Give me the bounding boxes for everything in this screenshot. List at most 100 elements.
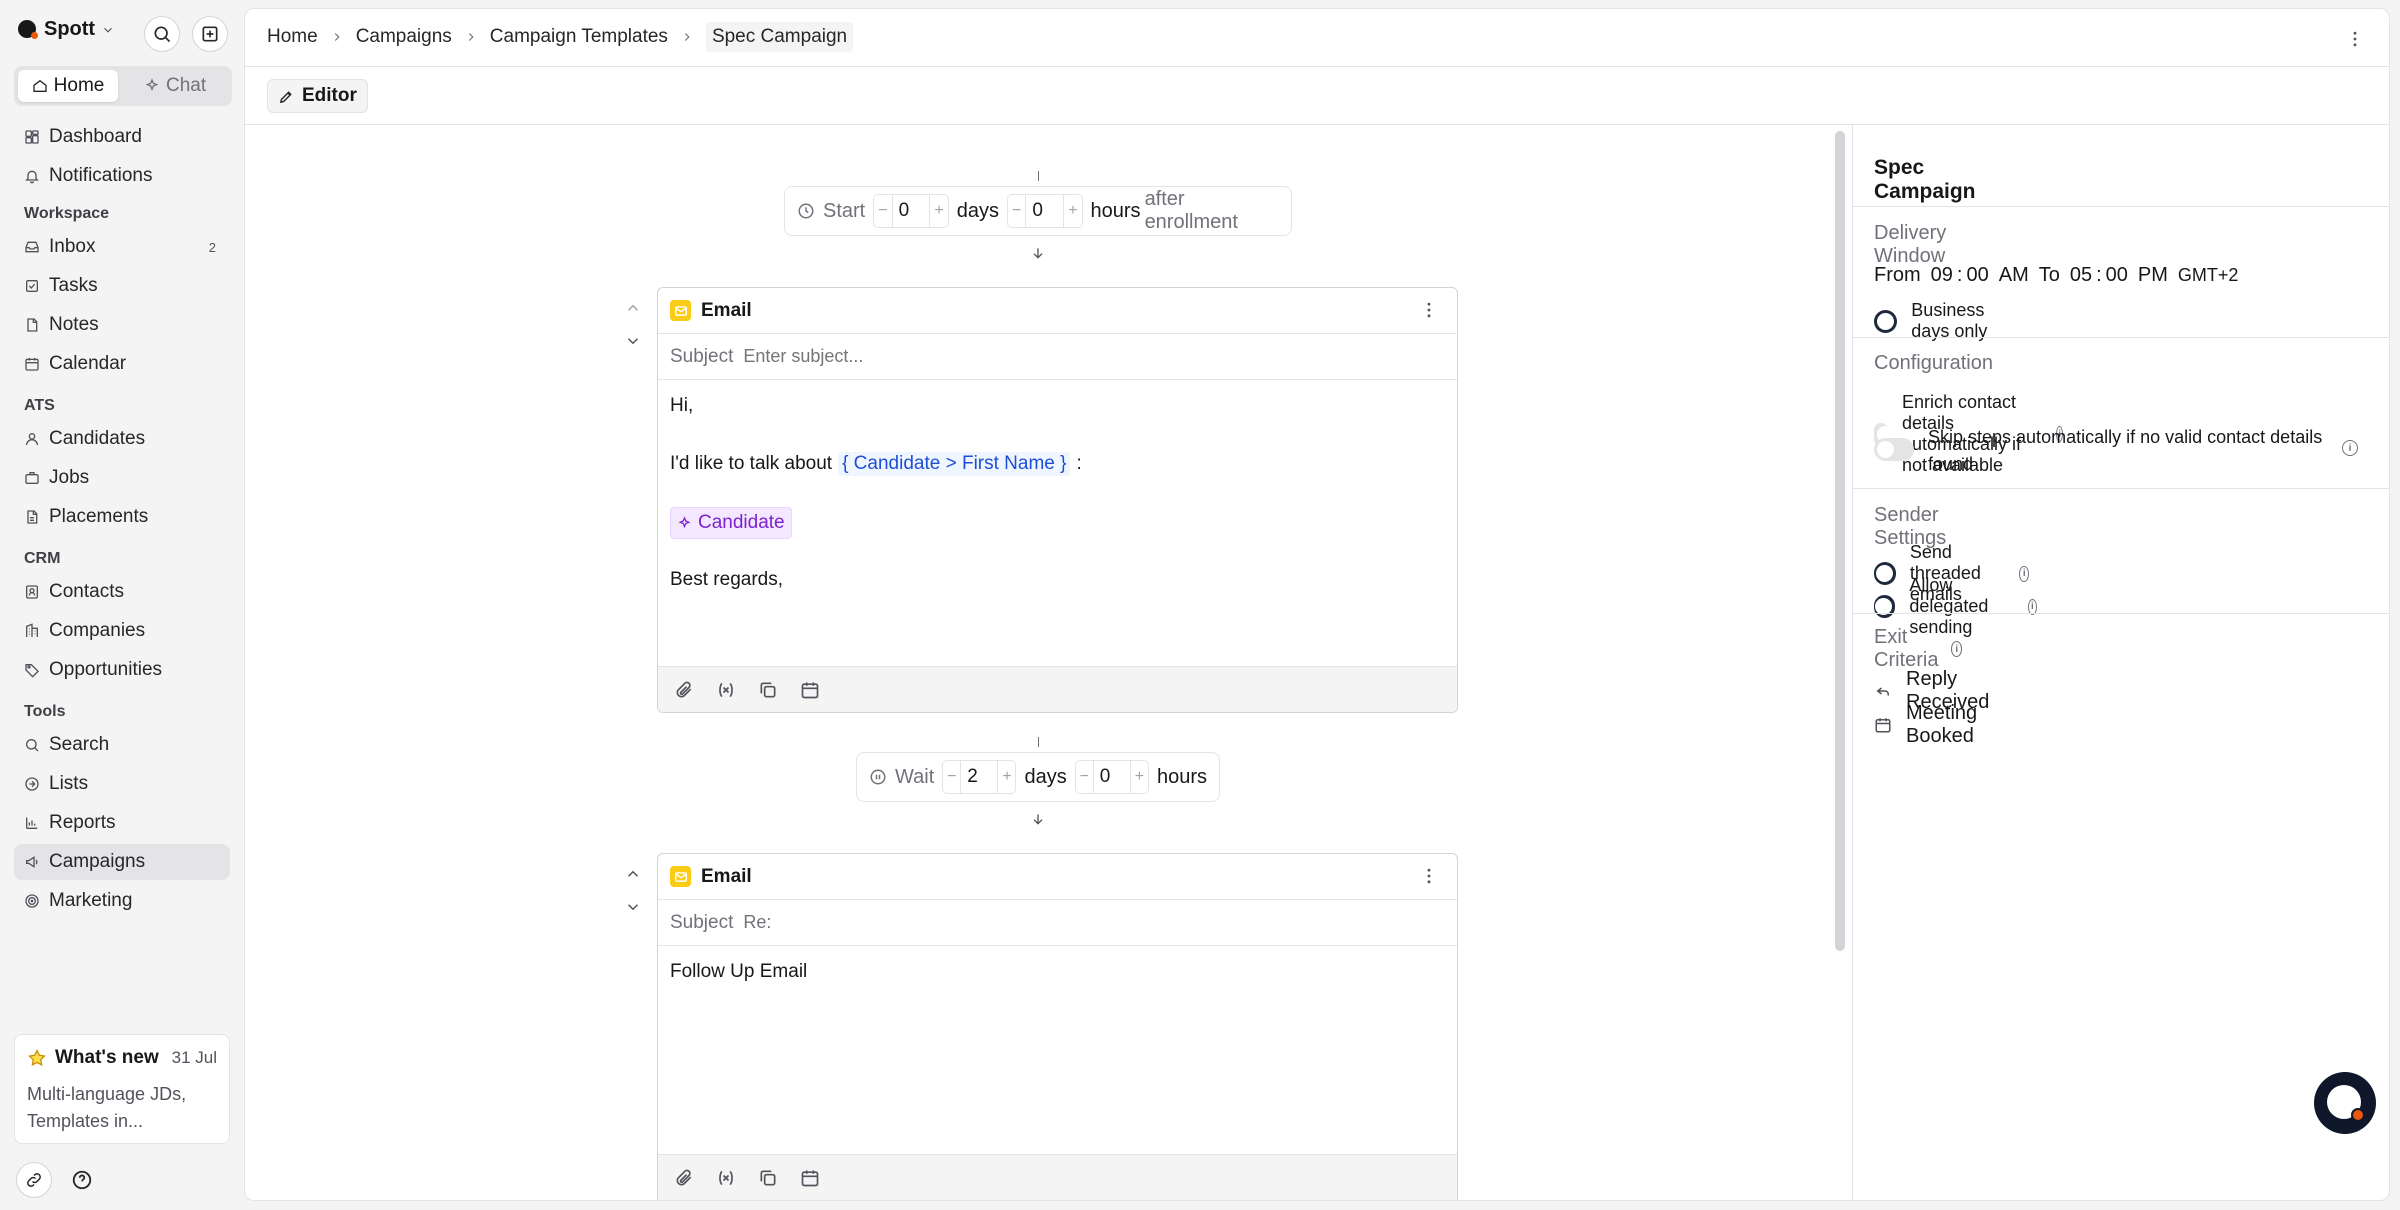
help-icon[interactable] <box>64 1162 100 1198</box>
sidebar-item-opportunities[interactable]: Opportunities <box>14 652 230 688</box>
sidebar-item-tasks[interactable]: Tasks <box>14 268 230 304</box>
sidebar-item-label: Tasks <box>49 275 98 296</box>
header-divider <box>245 66 2389 67</box>
sidebar-item-label: Inbox <box>49 236 96 257</box>
more-vertical-icon[interactable] <box>1419 866 1439 886</box>
sidebar-item-marketing[interactable]: Marketing <box>14 883 230 919</box>
increment-icon[interactable]: + <box>1064 202 1081 220</box>
exit-item-meeting[interactable]: Meeting Booked <box>1874 702 1977 748</box>
subject-input[interactable] <box>743 346 1424 367</box>
sidebar-item-placements[interactable]: Placements <box>14 499 230 535</box>
sidebar-item-dashboard[interactable]: Dashboard <box>14 119 230 155</box>
info-icon[interactable]: i <box>2342 440 2358 456</box>
sidebar-item-jobs[interactable]: Jobs <box>14 460 230 496</box>
start-hours-stepper[interactable]: − 0 + <box>1007 194 1083 228</box>
timezone[interactable]: GMT+2 <box>2178 265 2239 286</box>
sidebar-item-notifications[interactable]: Notifications <box>14 158 230 194</box>
new-item-icon[interactable] <box>192 16 228 52</box>
attachment-icon[interactable] <box>674 680 694 700</box>
tab-chat-label: Chat <box>166 75 207 96</box>
schedule-icon[interactable] <box>800 1168 820 1188</box>
sidebar-item-label: Search <box>49 734 110 755</box>
whats-new-title: What's new <box>55 1047 159 1068</box>
breadcrumb-campaign-templates[interactable]: Campaign Templates <box>490 26 668 48</box>
sidebar-item-calendar[interactable]: Calendar <box>14 346 230 382</box>
move-down-icon[interactable] <box>624 898 642 916</box>
breadcrumb-current[interactable]: Spec Campaign <box>705 22 854 52</box>
sidebar-item-contacts[interactable]: Contacts <box>14 574 230 610</box>
info-icon[interactable]: i <box>1951 641 1963 657</box>
business-days-label: Business days only <box>1911 300 1988 341</box>
move-down-icon[interactable] <box>624 332 642 350</box>
workspace-switcher[interactable]: Spott <box>18 18 115 41</box>
sidebar-item-inbox[interactable]: Inbox 2 <box>14 229 230 265</box>
to-minute[interactable]: 00 <box>2106 264 2128 287</box>
copy-icon[interactable] <box>758 1168 778 1188</box>
sidebar-item-lists[interactable]: Lists <box>14 766 230 802</box>
editor-button[interactable]: Editor <box>267 79 368 113</box>
candidate-tag[interactable]: Candidate <box>670 507 792 539</box>
sidebar-item-campaigns[interactable]: Campaigns <box>14 844 230 880</box>
chart-icon <box>24 815 40 831</box>
move-up-icon[interactable] <box>624 865 642 883</box>
inbox-count-badge: 2 <box>208 239 216 255</box>
wait-hours-value[interactable]: 0 <box>1092 761 1131 793</box>
subject-label: Subject <box>670 911 734 933</box>
schedule-icon[interactable] <box>800 680 820 700</box>
more-vertical-icon[interactable] <box>1419 300 1439 320</box>
inbox-icon <box>24 239 40 255</box>
start-days-value[interactable]: 0 <box>891 195 931 227</box>
search-icon[interactable] <box>144 16 180 52</box>
more-vertical-icon[interactable] <box>2343 27 2367 51</box>
search-icon <box>24 737 40 753</box>
wait-hours-stepper[interactable]: − 0 + <box>1074 760 1149 794</box>
tab-chat[interactable]: Chat <box>144 70 206 102</box>
increment-icon[interactable]: + <box>930 202 947 220</box>
copy-icon[interactable] <box>758 680 778 700</box>
body-text: Follow Up Email <box>670 961 808 982</box>
wait-days-value[interactable]: 2 <box>960 761 999 793</box>
whats-new-card[interactable]: What's new 31 Jul Multi-language JDs, Te… <box>14 1034 230 1144</box>
start-days-stepper[interactable]: − 0 + <box>873 194 949 228</box>
to-hour[interactable]: 05 <box>2070 264 2092 287</box>
decrement-icon[interactable]: − <box>874 202 891 220</box>
chevron-down-icon <box>101 23 115 37</box>
sidebar-item-candidates[interactable]: Candidates <box>14 421 230 457</box>
decrement-icon[interactable]: − <box>1008 202 1025 220</box>
from-ampm[interactable]: AM <box>1999 264 2029 287</box>
email-body[interactable]: Hi, I'd like to talk about { Candidate >… <box>658 380 1457 606</box>
variable-chip[interactable]: { Candidate > First Name } <box>838 452 1071 476</box>
breadcrumb-home[interactable]: Home <box>267 26 318 48</box>
increment-icon[interactable]: + <box>998 768 1015 786</box>
decrement-icon[interactable]: − <box>943 768 960 786</box>
delegated-toggle[interactable] <box>1874 595 1896 618</box>
sidebar-item-notes[interactable]: Notes <box>14 307 230 343</box>
business-days-toggle[interactable] <box>1874 309 1898 333</box>
connector-line <box>1038 171 1039 181</box>
sidebar-item-companies[interactable]: Companies <box>14 613 230 649</box>
sidebar-item-reports[interactable]: Reports <box>14 805 230 841</box>
decrement-icon[interactable]: − <box>1076 768 1093 786</box>
sidebar-item-search[interactable]: Search <box>14 727 230 763</box>
skip-toggle[interactable] <box>1874 438 1914 461</box>
link-icon[interactable] <box>16 1162 52 1198</box>
increment-icon[interactable]: + <box>1131 768 1148 786</box>
sidebar-section-tools: Tools <box>24 703 66 720</box>
move-up-icon[interactable] <box>624 299 642 317</box>
right-panel-divider <box>1852 125 1853 1200</box>
breadcrumb-campaigns[interactable]: Campaigns <box>356 26 452 48</box>
variable-icon[interactable] <box>716 680 736 700</box>
email-body[interactable]: Follow Up Email <box>658 946 1457 998</box>
tab-home[interactable]: Home <box>18 70 118 102</box>
attachment-icon[interactable] <box>674 1168 694 1188</box>
canvas-scrollbar[interactable] <box>1835 131 1845 951</box>
from-hour[interactable]: 09 <box>1931 264 1953 287</box>
wait-days-stepper[interactable]: − 2 + <box>942 760 1017 794</box>
subject-value[interactable]: Re: <box>743 912 771 933</box>
chat-widget-button[interactable] <box>2314 1072 2376 1134</box>
variable-icon[interactable] <box>716 1168 736 1188</box>
to-ampm[interactable]: PM <box>2138 264 2168 287</box>
sparkle-icon <box>144 78 160 94</box>
start-hours-value[interactable]: 0 <box>1025 195 1065 227</box>
from-minute[interactable]: 00 <box>1966 264 1988 287</box>
